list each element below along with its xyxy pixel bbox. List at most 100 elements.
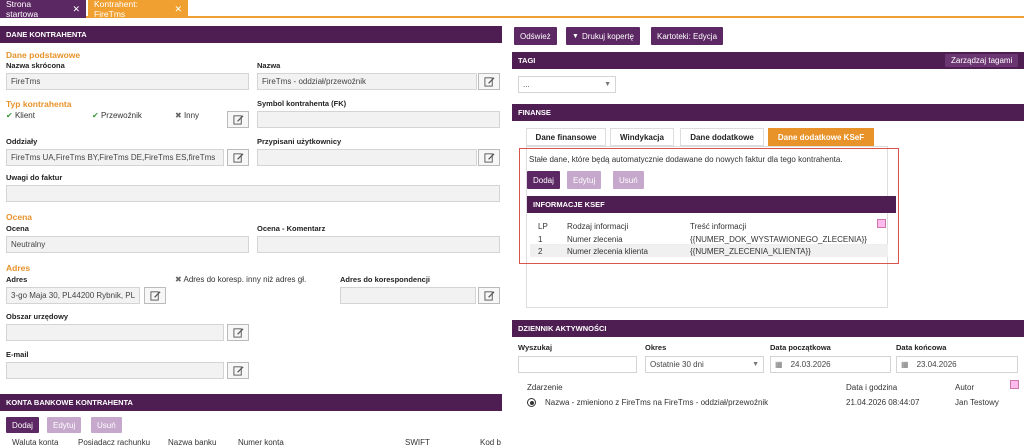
edit-type-button[interactable] xyxy=(227,111,249,128)
manage-tags-button[interactable]: Zarządzaj tagami xyxy=(945,54,1019,67)
bank-col-holder: Posiadacz rachunku xyxy=(78,438,151,447)
label-email: E-mail xyxy=(6,350,29,359)
tab-label: Kontrahent: FireTms xyxy=(94,0,138,19)
bank-col-number: Numer konta xyxy=(238,438,284,447)
check-icon: ✔ xyxy=(6,111,13,120)
section-header-contractor: DANE KONTRAHENTA xyxy=(0,26,502,43)
type-other[interactable]: ✖ Inny xyxy=(175,111,199,120)
label-notes: Uwagi do faktur xyxy=(6,173,63,182)
edit-address-button[interactable] xyxy=(144,287,166,304)
close-icon[interactable]: ✕ xyxy=(72,4,80,15)
ksef-delete-button[interactable]: Usuń xyxy=(613,171,644,189)
label-short-name: Nazwa skrócona xyxy=(6,61,65,70)
calendar-icon: ▦ xyxy=(901,360,909,369)
address-other-toggle[interactable]: ✖ Adres do koresp. inny niż adres gł. xyxy=(175,275,306,284)
office-field[interactable] xyxy=(6,324,224,341)
label-branches: Oddziały xyxy=(6,137,38,146)
type-client-label: Klient xyxy=(14,111,35,120)
short-name-field[interactable]: FireTms xyxy=(6,73,249,90)
address-other-label: Adres do koresp. inny niż adres gł. xyxy=(183,275,307,284)
ksef-add-button[interactable]: Dodaj xyxy=(527,171,560,189)
edit-icon xyxy=(232,153,244,163)
edit-branches-button[interactable] xyxy=(227,149,249,166)
ksef-col-lp: LP xyxy=(538,222,548,231)
edit-icon xyxy=(483,291,495,301)
bank-col-currency: Waluta konta xyxy=(12,438,59,447)
edit-assigned-button[interactable] xyxy=(478,149,500,166)
edit-icon xyxy=(232,366,244,376)
address-field[interactable]: 3-go Maja 30, PL44200 Rybnik, PL xyxy=(6,287,140,304)
type-carrier[interactable]: ✔ Przewoźnik xyxy=(92,111,142,120)
edit-icon xyxy=(483,153,495,163)
radio-icon[interactable] xyxy=(527,398,536,407)
tab-ksef-data[interactable]: Dane dodatkowe KSeF xyxy=(768,128,874,146)
print-envelope-button[interactable]: ▼ Drukuj kopertę xyxy=(566,27,640,45)
ksef-row-lp: 1 xyxy=(538,235,543,244)
section-title-type: Typ kontrahenta xyxy=(6,99,72,109)
type-carrier-label: Przewoźnik xyxy=(100,111,142,120)
edit-office-button[interactable] xyxy=(227,324,249,341)
bank-add-button[interactable]: Dodaj xyxy=(6,417,39,433)
start-date-value: 24.03.2026 xyxy=(790,360,831,369)
tab-collection[interactable]: Windykacja xyxy=(610,128,674,146)
tab-additional-data[interactable]: Dane dodatkowe xyxy=(680,128,764,146)
period-select[interactable]: Ostatnie 30 dni ▼ xyxy=(645,356,764,373)
type-client[interactable]: ✔ Klient xyxy=(6,111,35,120)
tab-home[interactable]: Strona startowa ✕ xyxy=(0,0,86,19)
email-field[interactable] xyxy=(6,362,224,379)
cross-icon: ✖ xyxy=(175,275,182,284)
activity-datetime: 21.04.2026 08:44:07 xyxy=(846,398,920,407)
label-start-date: Data początkowa xyxy=(770,343,831,352)
tab-contractor[interactable]: Kontrahent: FireTms ✕ xyxy=(88,0,188,19)
ksef-col-type: Rodzaj informacji xyxy=(567,222,629,231)
label-name: Nazwa xyxy=(257,61,281,70)
label-end-date: Data końcowa xyxy=(896,343,947,352)
label-assigned: Przypisani użytkownicy xyxy=(257,137,342,146)
label-correspondence: Adres do korespondencji xyxy=(340,275,431,284)
close-icon[interactable]: ✕ xyxy=(174,4,182,15)
bank-col-swift: SWIFT xyxy=(405,438,430,447)
end-date-input[interactable]: ▦ 23.04.2026 xyxy=(896,356,1018,373)
edit-icon xyxy=(149,291,161,301)
cards-edit-button[interactable]: Kartoteki: Edycja xyxy=(651,27,724,45)
activity-column-settings-icon[interactable] xyxy=(1010,380,1019,389)
tags-select[interactable]: ... ▼ xyxy=(518,76,616,93)
rating-field[interactable]: Neutralny xyxy=(6,236,249,253)
activity-search-input[interactable] xyxy=(518,356,637,373)
calendar-icon: ▦ xyxy=(775,360,783,369)
period-value: Ostatnie 30 dni xyxy=(650,360,704,369)
symbol-field[interactable] xyxy=(257,111,500,128)
print-envelope-label: Drukuj kopertę xyxy=(581,31,634,41)
ksef-row-type: Numer zlecenia klienta xyxy=(567,247,648,256)
activity-col-author: Autor xyxy=(955,383,975,392)
label-symbol: Symbol kontrahenta (FK) xyxy=(257,99,347,108)
type-other-label: Inny xyxy=(183,111,200,120)
rating-comment-field[interactable] xyxy=(257,236,500,253)
invoice-notes-field[interactable] xyxy=(6,185,500,202)
correspondence-address-field[interactable] xyxy=(340,287,476,304)
edit-email-button[interactable] xyxy=(227,362,249,379)
section-title-basic: Dane podstawowe xyxy=(6,50,81,60)
tags-select-value: ... xyxy=(523,80,530,89)
edit-name-button[interactable] xyxy=(478,73,500,90)
chevron-down-icon: ▼ xyxy=(572,32,579,40)
bank-edit-button[interactable]: Edytuj xyxy=(47,417,82,433)
ksef-info-header: INFORMACJE KSEF xyxy=(527,196,896,213)
branches-field[interactable]: FireTms UA,FireTms BY,FireTms DE,FireTms… xyxy=(6,149,224,166)
ksef-column-settings-icon[interactable] xyxy=(877,219,886,228)
activity-event-text: Nazwa - zmieniono z FireTms na FireTms -… xyxy=(545,398,769,407)
label-search: Wyszukaj xyxy=(518,343,553,352)
ksef-edit-button[interactable]: Edytuj xyxy=(567,171,602,189)
bank-delete-button[interactable]: Usuń xyxy=(91,417,122,433)
start-date-input[interactable]: ▦ 24.03.2026 xyxy=(770,356,891,373)
name-field[interactable]: FireTms - oddział/przewoźnik xyxy=(257,73,477,90)
edit-correspondence-button[interactable] xyxy=(478,287,500,304)
tab-finance-data[interactable]: Dane finansowe xyxy=(526,128,606,146)
tab-label: Strona startowa xyxy=(6,0,39,19)
refresh-button[interactable]: Odśwież xyxy=(514,27,557,45)
assigned-users-field[interactable] xyxy=(257,149,477,166)
cross-icon: ✖ xyxy=(175,111,182,120)
label-rating-comment: Ocena - Komentarz xyxy=(257,224,326,233)
section-title-rating: Ocena xyxy=(6,212,32,222)
section-header-activity: DZIENNIK AKTYWNOŚCI xyxy=(512,320,1024,337)
